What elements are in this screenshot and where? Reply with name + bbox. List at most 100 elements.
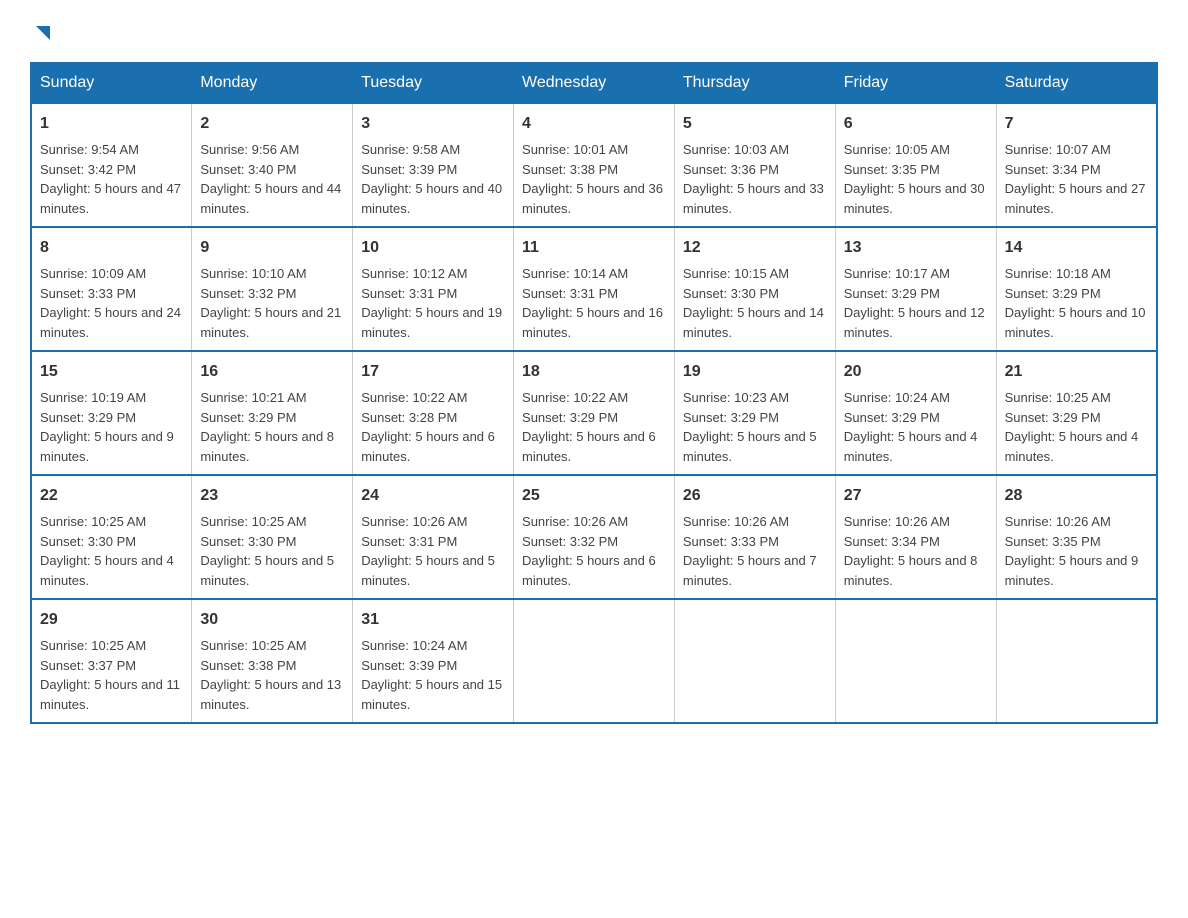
day-number: 14 (1005, 236, 1148, 260)
day-number: 1 (40, 112, 183, 136)
day-sunset: Sunset: 3:34 PM (1005, 162, 1101, 177)
day-sunrise: Sunrise: 10:25 AM (200, 638, 306, 653)
day-sunset: Sunset: 3:42 PM (40, 162, 136, 177)
day-number: 4 (522, 112, 666, 136)
day-daylight: Daylight: 5 hours and 5 minutes. (683, 429, 817, 464)
empty-cell (835, 599, 996, 723)
day-sunrise: Sunrise: 10:25 AM (1005, 390, 1111, 405)
day-number: 15 (40, 360, 183, 384)
day-sunrise: Sunrise: 10:17 AM (844, 266, 950, 281)
day-daylight: Daylight: 5 hours and 9 minutes. (40, 429, 174, 464)
day-daylight: Daylight: 5 hours and 36 minutes. (522, 181, 663, 216)
week-row-2: 8Sunrise: 10:09 AMSunset: 3:33 PMDayligh… (31, 227, 1157, 351)
day-sunset: Sunset: 3:38 PM (522, 162, 618, 177)
calendar-day-23: 23Sunrise: 10:25 AMSunset: 3:30 PMDaylig… (192, 475, 353, 599)
calendar-day-17: 17Sunrise: 10:22 AMSunset: 3:28 PMDaylig… (353, 351, 514, 475)
day-daylight: Daylight: 5 hours and 40 minutes. (361, 181, 502, 216)
day-daylight: Daylight: 5 hours and 14 minutes. (683, 305, 824, 340)
calendar-day-25: 25Sunrise: 10:26 AMSunset: 3:32 PMDaylig… (514, 475, 675, 599)
day-sunset: Sunset: 3:30 PM (683, 286, 779, 301)
day-sunset: Sunset: 3:28 PM (361, 410, 457, 425)
day-sunrise: Sunrise: 10:21 AM (200, 390, 306, 405)
day-number: 17 (361, 360, 505, 384)
day-number: 2 (200, 112, 344, 136)
calendar-day-15: 15Sunrise: 10:19 AMSunset: 3:29 PMDaylig… (31, 351, 192, 475)
day-daylight: Daylight: 5 hours and 6 minutes. (522, 553, 656, 588)
day-sunrise: Sunrise: 10:25 AM (40, 514, 146, 529)
day-sunset: Sunset: 3:29 PM (844, 286, 940, 301)
day-number: 31 (361, 608, 505, 632)
calendar-day-4: 4 Sunrise: 10:01 AM Sunset: 3:38 PM Dayligh… (514, 103, 675, 227)
day-sunset: Sunset: 3:40 PM (200, 162, 296, 177)
calendar-day-27: 27Sunrise: 10:26 AMSunset: 3:34 PMDaylig… (835, 475, 996, 599)
day-number: 6 (844, 112, 988, 136)
day-sunset: Sunset: 3:31 PM (361, 534, 457, 549)
empty-cell (514, 599, 675, 723)
calendar-day-21: 21Sunrise: 10:25 AMSunset: 3:29 PMDaylig… (996, 351, 1157, 475)
day-sunset: Sunset: 3:29 PM (1005, 286, 1101, 301)
day-daylight: Daylight: 5 hours and 5 minutes. (361, 553, 495, 588)
calendar-day-3: 3Sunrise: 9:58 AMSunset: 3:39 PMDaylight… (353, 103, 514, 227)
day-sunset: Sunset: 3:36 PM (683, 162, 779, 177)
calendar-day-13: 13Sunrise: 10:17 AMSunset: 3:29 PMDaylig… (835, 227, 996, 351)
day-sunrise: Sunrise: 10:01 AM (522, 142, 628, 157)
day-number: 11 (522, 236, 666, 260)
calendar-day-29: 29Sunrise: 10:25 AMSunset: 3:37 PMDaylig… (31, 599, 192, 723)
day-sunset: Sunset: 3:35 PM (844, 162, 940, 177)
calendar-day-10: 10Sunrise: 10:12 AMSunset: 3:31 PMDaylig… (353, 227, 514, 351)
day-sunset: Sunset: 3:29 PM (522, 410, 618, 425)
day-sunrise: Sunrise: 10:19 AM (40, 390, 146, 405)
day-sunset: Sunset: 3:29 PM (844, 410, 940, 425)
day-daylight: Daylight: 5 hours and 24 minutes. (40, 305, 181, 340)
logo (30, 20, 54, 44)
calendar-header-sunday: Sunday (31, 63, 192, 103)
day-number: 26 (683, 484, 827, 508)
day-number: 20 (844, 360, 988, 384)
day-daylight: Daylight: 5 hours and 6 minutes. (522, 429, 656, 464)
calendar-day-11: 11Sunrise: 10:14 AMSunset: 3:31 PMDaylig… (514, 227, 675, 351)
day-sunset: Sunset: 3:29 PM (200, 410, 296, 425)
day-sunset: Sunset: 3:33 PM (683, 534, 779, 549)
day-sunset: Sunset: 3:30 PM (200, 534, 296, 549)
day-number: 22 (40, 484, 183, 508)
calendar-header-thursday: Thursday (674, 63, 835, 103)
day-number: 28 (1005, 484, 1148, 508)
day-daylight: Daylight: 5 hours and 5 minutes. (200, 553, 334, 588)
day-sunrise: Sunrise: 10:03 AM (683, 142, 789, 157)
calendar-header-monday: Monday (192, 63, 353, 103)
calendar-day-16: 16Sunrise: 10:21 AMSunset: 3:29 PMDaylig… (192, 351, 353, 475)
day-number: 30 (200, 608, 344, 632)
day-sunset: Sunset: 3:33 PM (40, 286, 136, 301)
day-sunrise: Sunrise: 10:26 AM (522, 514, 628, 529)
day-daylight: Daylight: 5 hours and 15 minutes. (361, 677, 502, 712)
day-number: 23 (200, 484, 344, 508)
week-row-1: 1 Sunrise: 9:54 AM Sunset: 3:42 PM Daylight… (31, 103, 1157, 227)
calendar-header-wednesday: Wednesday (514, 63, 675, 103)
day-sunrise: Sunrise: 9:54 AM (40, 142, 139, 157)
calendar-day-20: 20Sunrise: 10:24 AMSunset: 3:29 PMDaylig… (835, 351, 996, 475)
day-daylight: Daylight: 5 hours and 11 minutes. (40, 677, 180, 712)
day-daylight: Daylight: 5 hours and 9 minutes. (1005, 553, 1139, 588)
day-sunset: Sunset: 3:31 PM (361, 286, 457, 301)
day-daylight: Daylight: 5 hours and 13 minutes. (200, 677, 341, 712)
day-number: 7 (1005, 112, 1148, 136)
day-sunrise: Sunrise: 10:12 AM (361, 266, 467, 281)
day-daylight: Daylight: 5 hours and 10 minutes. (1005, 305, 1146, 340)
week-row-5: 29Sunrise: 10:25 AMSunset: 3:37 PMDaylig… (31, 599, 1157, 723)
day-number: 10 (361, 236, 505, 260)
week-row-4: 22 Sunrise: 10:25 AM Sunset: 3:30 PM Daylig… (31, 475, 1157, 599)
empty-cell (674, 599, 835, 723)
calendar-table: SundayMondayTuesdayWednesdayThursdayFrid… (30, 62, 1158, 724)
calendar-day-18: 18Sunrise: 10:22 AMSunset: 3:29 PMDaylig… (514, 351, 675, 475)
calendar-day-19: 19Sunrise: 10:23 AMSunset: 3:29 PMDaylig… (674, 351, 835, 475)
day-sunset: Sunset: 3:38 PM (200, 658, 296, 673)
day-sunrise: Sunrise: 10:24 AM (361, 638, 467, 653)
day-sunrise: Sunrise: 10:05 AM (844, 142, 950, 157)
day-number: 18 (522, 360, 666, 384)
day-daylight: Daylight: 5 hours and 33 minutes. (683, 181, 824, 216)
day-sunset: Sunset: 3:29 PM (683, 410, 779, 425)
day-number: 21 (1005, 360, 1148, 384)
day-daylight: Daylight: 5 hours and 30 minutes. (844, 181, 985, 216)
day-sunrise: Sunrise: 10:09 AM (40, 266, 146, 281)
day-number: 27 (844, 484, 988, 508)
